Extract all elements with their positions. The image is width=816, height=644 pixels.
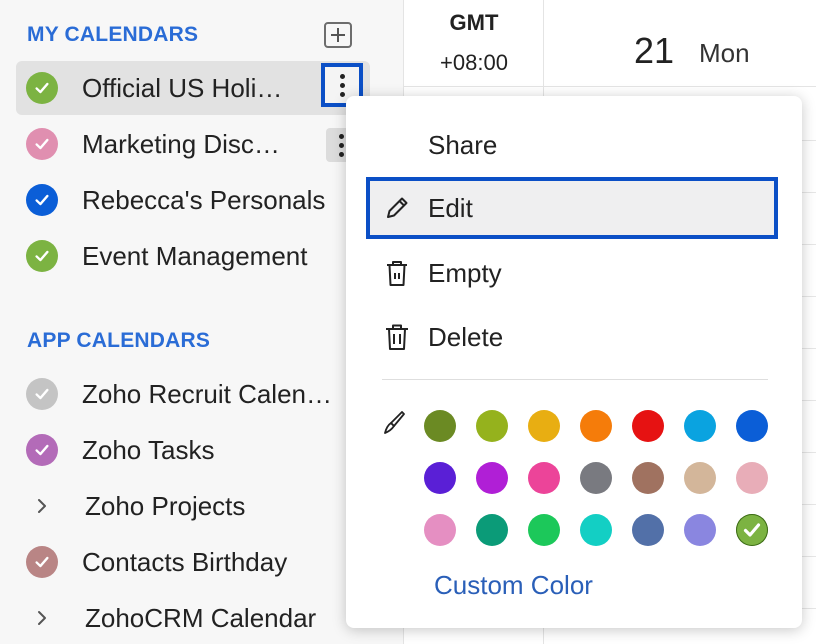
menu-item-share[interactable]: Share — [366, 114, 778, 176]
chevron-right-icon[interactable] — [32, 608, 52, 628]
custom-color-link[interactable]: Custom Color — [434, 570, 593, 601]
date-number[interactable]: 21 — [634, 30, 674, 72]
calendar-checkbox-icon[interactable] — [26, 184, 58, 216]
calendar-name: Zoho Recruit Calen… — [82, 378, 332, 409]
pencil-icon — [387, 197, 408, 218]
more-dot — [339, 73, 345, 79]
color-swatch[interactable] — [736, 410, 768, 442]
calendar-checkbox-icon[interactable] — [26, 72, 58, 104]
trash-icon — [386, 324, 408, 350]
menu-item-delete[interactable]: Delete — [366, 306, 778, 368]
color-swatch[interactable] — [580, 514, 612, 546]
color-swatch[interactable] — [580, 410, 612, 442]
calendar-name: Event Management — [82, 240, 308, 271]
empty-trash-icon — [387, 261, 407, 286]
more-dot — [338, 151, 344, 157]
calendar-options-menu: Share Edit Empty Delete Custom Color — [346, 96, 802, 628]
calendar-name: Rebecca's Personals — [82, 184, 326, 215]
calendar-name: Zoho Tasks — [82, 434, 215, 465]
calendar-name: Marketing Disc… — [82, 128, 280, 159]
color-swatch[interactable] — [528, 410, 560, 442]
my-calendar-item[interactable]: Rebecca's Personals — [16, 173, 370, 227]
timezone-label: GMT — [449, 10, 499, 35]
color-swatch[interactable] — [476, 462, 508, 494]
my-calendars-title: MY CALENDARS — [27, 23, 199, 46]
calendar-checkbox-icon[interactable] — [26, 546, 58, 578]
color-swatch[interactable] — [632, 462, 664, 494]
color-swatch[interactable] — [424, 462, 456, 494]
menu-item-label: Edit — [428, 192, 473, 223]
menu-item-label: Delete — [428, 321, 504, 352]
color-swatch[interactable] — [424, 514, 456, 546]
calendar-checkbox-icon[interactable] — [26, 240, 58, 272]
color-swatch[interactable] — [684, 514, 716, 546]
color-swatch[interactable] — [736, 462, 768, 494]
my-calendar-item[interactable]: Official US Holi… — [16, 61, 370, 115]
add-calendar-button[interactable] — [324, 22, 352, 48]
more-dot — [339, 91, 345, 97]
color-swatch[interactable] — [684, 410, 716, 442]
date-day: Mon — [699, 38, 750, 68]
app-calendar-item[interactable]: ZohoCRM Calendar — [16, 591, 370, 644]
color-swatch[interactable] — [580, 462, 612, 494]
menu-item-label: Empty — [428, 257, 502, 288]
menu-divider — [382, 379, 768, 380]
app-calendars-title: APP CALENDARS — [27, 329, 211, 352]
color-swatch[interactable] — [476, 514, 508, 546]
calendar-name: ZohoCRM Calendar — [85, 602, 317, 633]
menu-item-label: Share — [428, 129, 498, 160]
app-calendar-item[interactable]: Zoho Projects — [16, 479, 370, 533]
my-calendar-item[interactable]: Marketing Disc… — [16, 117, 370, 171]
calendar-name: Official US Holi… — [82, 72, 283, 103]
color-swatch[interactable] — [684, 462, 716, 494]
brush-icon — [384, 411, 405, 434]
color-swatch[interactable] — [528, 514, 560, 546]
more-dot — [339, 82, 345, 88]
calendar-name: Zoho Projects — [85, 490, 246, 521]
color-swatch[interactable] — [632, 514, 664, 546]
calendar-sidebar: MY CALENDARS Official US Holi… Marketing … — [0, 0, 404, 644]
calendar-checkbox-icon[interactable] — [26, 434, 58, 466]
color-swatch[interactable] — [424, 410, 456, 442]
app-calendar-item[interactable]: Zoho Tasks — [16, 423, 370, 477]
chevron-right-icon[interactable] — [32, 496, 52, 516]
more-dot — [338, 133, 344, 139]
timezone-offset: +08:00 — [440, 50, 508, 75]
app-calendar-item[interactable]: Contacts Birthday — [16, 535, 370, 589]
color-swatch[interactable] — [736, 514, 768, 546]
more-dot — [338, 142, 344, 148]
calendar-name: Contacts Birthday — [82, 546, 288, 577]
color-swatch[interactable] — [632, 410, 664, 442]
color-swatch[interactable] — [476, 410, 508, 442]
app-calendar-item[interactable]: Zoho Recruit Calen… — [16, 367, 370, 421]
calendar-checkbox-icon[interactable] — [26, 378, 58, 410]
color-swatch[interactable] — [528, 462, 560, 494]
header-divider — [404, 86, 816, 87]
menu-item-edit[interactable]: Edit — [366, 177, 778, 239]
menu-item-empty[interactable]: Empty — [366, 242, 778, 304]
my-calendar-item[interactable]: Event Management — [16, 229, 370, 283]
calendar-checkbox-icon[interactable] — [26, 128, 58, 160]
